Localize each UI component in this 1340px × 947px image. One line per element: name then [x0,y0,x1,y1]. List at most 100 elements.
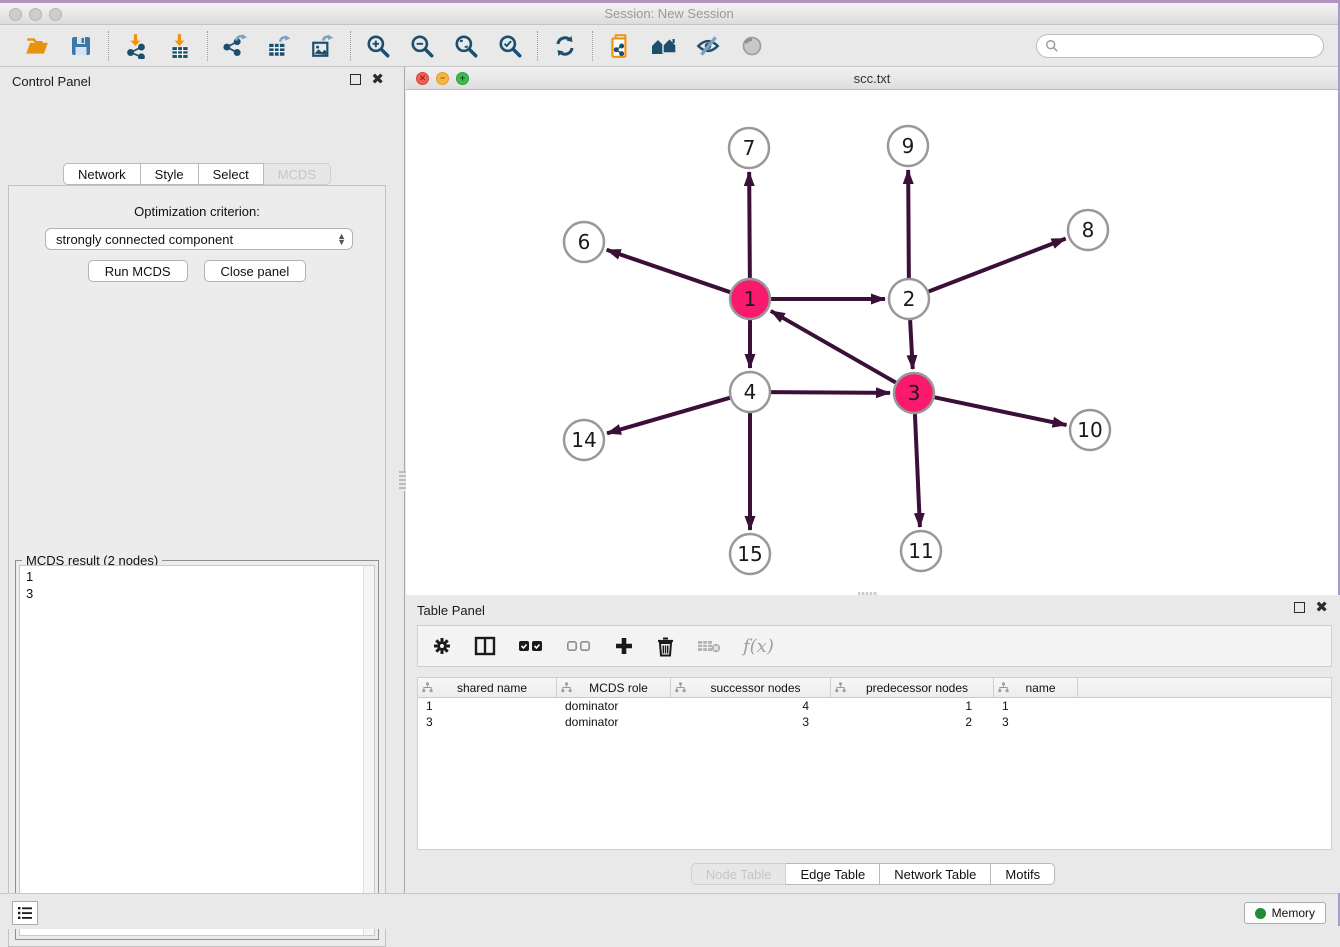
mcds-result-line: 1 [26,568,374,585]
close-panel-icon[interactable]: ✖ [371,74,384,85]
column-header-label: name [1025,681,1055,695]
paint-eye-icon[interactable] [694,32,722,60]
edge-3-1[interactable] [771,311,896,383]
network-window-titlebar[interactable]: ✕ − + scc.txt [406,67,1338,90]
export-network-icon[interactable] [221,32,249,60]
criterion-select-value: strongly connected component [56,232,337,247]
refresh-icon[interactable] [551,32,579,60]
tab-edge-table[interactable]: Edge Table [786,863,880,885]
column-tree-icon [998,682,1009,693]
table-cell[interactable]: dominator [557,698,671,714]
trash-icon[interactable] [656,636,675,657]
network-graph-canvas[interactable]: 7968124314101511 [406,90,1336,595]
edge-4-3[interactable] [771,392,890,393]
select-stepper-icon: ▲▼ [337,233,346,245]
search-field[interactable] [1036,34,1324,58]
import-network-icon[interactable] [122,32,150,60]
table-cell[interactable]: 2 [831,714,994,730]
save-session-icon[interactable] [67,32,95,60]
column-header-shared-name[interactable]: shared name [418,678,557,697]
table-panel-tabs: Node TableEdge TableNetwork TableMotifs [691,863,1055,885]
column-header-successor-nodes[interactable]: successor nodes [671,678,831,697]
column-header-name[interactable]: name [994,678,1078,697]
edge-1-6[interactable] [607,250,730,292]
houses-icon[interactable] [650,32,678,60]
zoom-fit-icon[interactable] [452,32,480,60]
float-table-panel-icon[interactable] [1294,602,1305,613]
zoom-in-icon[interactable] [364,32,392,60]
float-panel-icon[interactable] [350,74,361,85]
tab-style[interactable]: Style [141,163,199,185]
export-table-icon[interactable] [265,32,293,60]
zoom-out-icon[interactable] [408,32,436,60]
memory-label: Memory [1272,906,1315,920]
task-history-button[interactable] [12,901,38,925]
column-header-label: shared name [457,681,527,695]
tab-motifs[interactable]: Motifs [991,863,1055,885]
criterion-select[interactable]: strongly connected component ▲▼ [45,228,353,250]
close-table-panel-icon[interactable]: ✖ [1315,602,1328,613]
table-cell[interactable]: 1 [994,698,1078,714]
table-cell[interactable]: 3 [994,714,1078,730]
zoom-selected-icon[interactable] [496,32,524,60]
table-cell[interactable]: 1 [831,698,994,714]
mcds-result-text[interactable]: 13 [19,565,375,936]
show-columns-icon[interactable] [518,638,544,654]
memory-button[interactable]: Memory [1244,902,1326,924]
tab-mcds[interactable]: MCDS [264,163,331,185]
result-scrollbar[interactable] [363,566,374,935]
node-label-15: 15 [737,542,762,566]
open-folder-icon[interactable] [23,32,51,60]
hide-columns-icon[interactable] [566,638,592,654]
table-cell[interactable]: 1 [418,698,557,714]
column-tree-icon [675,682,686,693]
edge-4-14[interactable] [607,398,730,434]
node-label-6: 6 [578,230,591,254]
add-column-icon[interactable] [614,636,634,656]
table-body: 1dominator4113dominator323 [418,698,1331,730]
edge-3-11[interactable] [915,414,920,527]
column-tree-icon [835,682,846,693]
split-columns-icon[interactable] [474,636,496,656]
tab-node-table[interactable]: Node Table [691,863,787,885]
node-label-8: 8 [1082,218,1095,242]
edge-1-7[interactable] [749,172,750,278]
eye-disabled-icon [738,32,766,60]
table-row[interactable]: 1dominator411 [418,698,1331,714]
edge-2-8[interactable] [929,239,1066,292]
search-input[interactable] [1064,39,1315,53]
table-cell[interactable]: dominator [557,714,671,730]
control-panel-tabs: NetworkStyleSelectMCDS [63,163,331,185]
edge-2-3[interactable] [910,320,913,369]
close-panel-button[interactable]: Close panel [204,260,307,282]
tab-network[interactable]: Network [63,163,141,185]
tab-network-table[interactable]: Network Table [880,863,991,885]
table-cell[interactable]: 4 [671,698,831,714]
table-row[interactable]: 3dominator323 [418,714,1331,730]
node-label-11: 11 [908,539,933,563]
node-label-7: 7 [743,136,756,160]
table-panel-title: Table Panel [417,603,485,618]
list-icon [17,906,33,920]
edge-2-9[interactable] [908,170,909,278]
table-cell[interactable]: 3 [418,714,557,730]
gear-icon[interactable] [432,636,452,656]
mcds-result-group: MCDS result (2 nodes) 13 [15,560,379,940]
tab-select[interactable]: Select [199,163,264,185]
status-bar: Memory [0,893,1338,929]
node-table: shared name MCDS role successor nodesprede… [417,677,1332,850]
column-header-MCDS-role[interactable]: MCDS role [557,678,671,697]
main-toolbar [0,25,1338,67]
mcds-panel: Optimization criterion: strongly connect… [8,185,386,947]
table-cell[interactable]: 3 [671,714,831,730]
main-titlebar: Session: New Session [0,3,1338,25]
import-table-icon[interactable] [166,32,194,60]
column-header-label: MCDS role [589,681,648,695]
export-image-icon[interactable] [309,32,337,60]
node-label-4: 4 [744,380,757,404]
run-mcds-button[interactable]: Run MCDS [88,260,188,282]
copy-network-icon[interactable] [606,32,634,60]
edge-3-10[interactable] [935,397,1067,425]
column-header-predecessor-nodes[interactable]: predecessor nodes [831,678,994,697]
column-tree-icon [422,682,433,693]
